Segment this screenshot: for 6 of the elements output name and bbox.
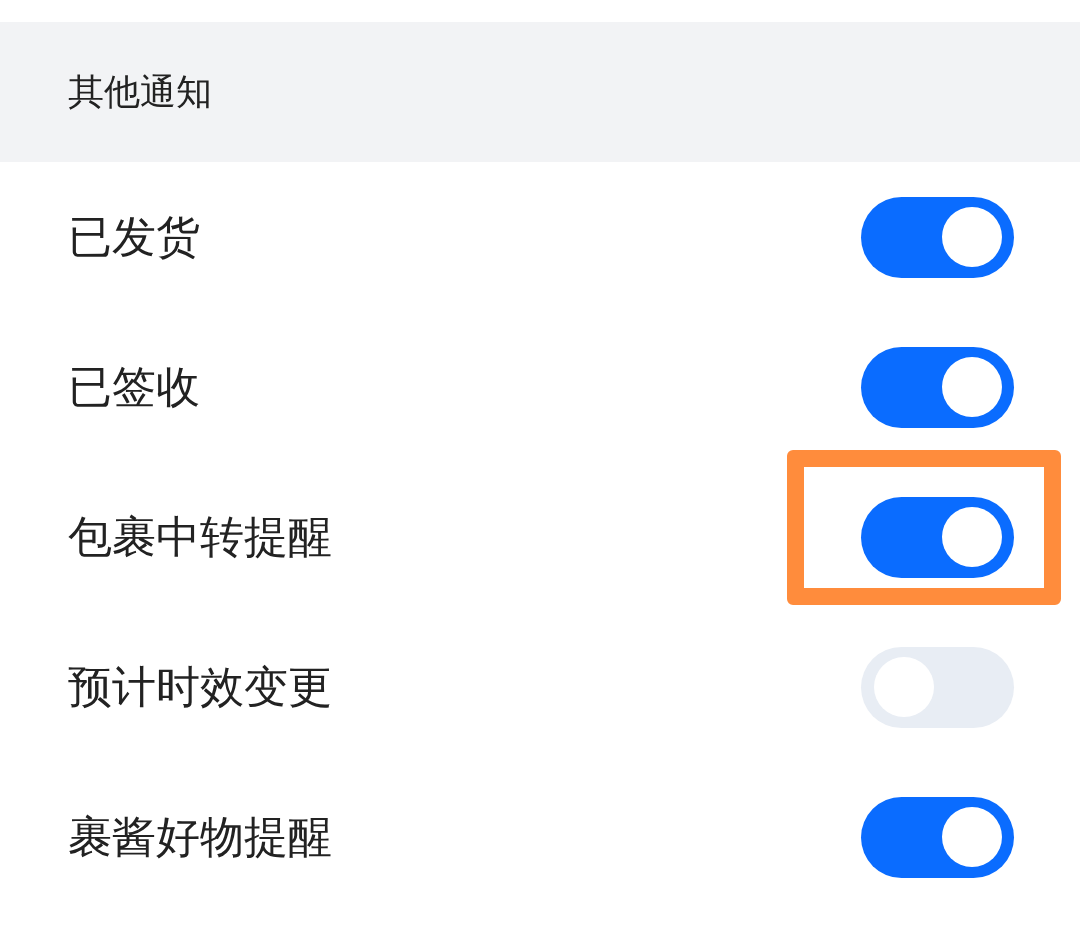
- section-title: 其他通知: [68, 74, 212, 110]
- setting-label: 已签收: [68, 365, 200, 409]
- setting-label: 包裹中转提醒: [68, 515, 332, 559]
- setting-label: 预计时效变更: [68, 665, 332, 709]
- setting-label: 裹酱好物提醒: [68, 815, 332, 859]
- setting-label: 已发货: [68, 215, 200, 259]
